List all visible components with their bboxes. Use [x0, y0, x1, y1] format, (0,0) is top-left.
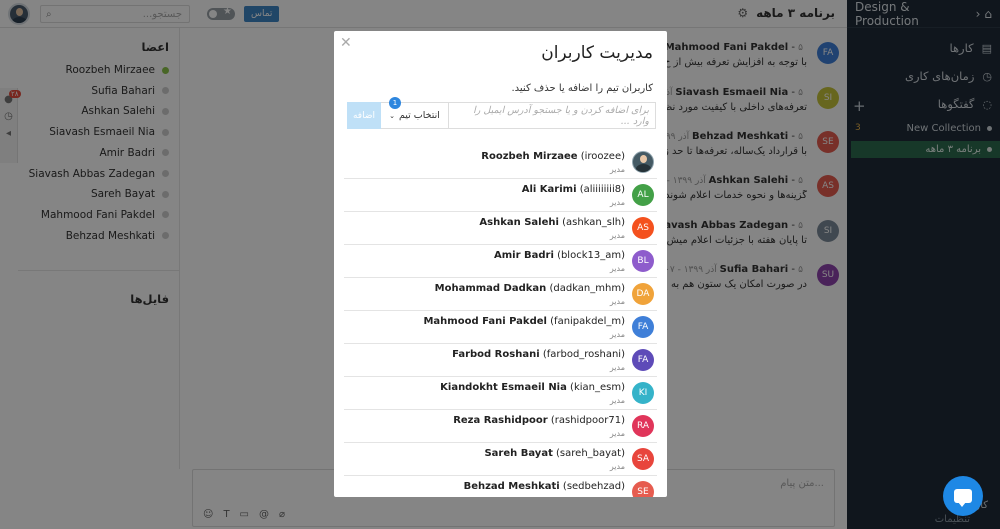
user-username: (sedbehzad) [562, 481, 625, 492]
user-display-name: Mahmood Fani Pakdel [423, 316, 547, 327]
user-role: مدیر [609, 264, 625, 273]
avatar: SA [632, 448, 654, 470]
add-user-button[interactable]: اضافه [347, 102, 381, 129]
avatar: AS [632, 217, 654, 239]
user-username: (iroozee) [580, 151, 625, 162]
user-row[interactable]: RA Reza Rashidpoor (rashidpoor71) مدیر [344, 410, 657, 443]
user-row[interactable]: KI Kiandokht Esmaeil Nia (kian_esm) مدیر [344, 377, 657, 410]
avatar-initials: RA [636, 421, 650, 431]
user-name: Roozbeh Mirzaee (iroozee) [481, 151, 625, 162]
user-row[interactable]: Roozbeh Mirzaee (iroozee) مدیر [344, 146, 657, 179]
user-role: مدیر [609, 198, 625, 207]
user-username: (rashidpoor71) [550, 415, 625, 426]
user-row[interactable]: BL Amir Badri (block13_am) مدیر [344, 245, 657, 278]
user-name: Kiandokht Esmaeil Nia (kian_esm) [440, 382, 625, 393]
add-button-label: اضافه [352, 110, 375, 121]
user-username: (sareh_bayat) [556, 448, 625, 459]
chevron-down-icon: ⌄ [389, 111, 395, 120]
user-username: (aliiiiiiii8) [579, 184, 625, 195]
modal-title: مدیریت کاربران [541, 43, 653, 63]
user-username: (block13_am) [557, 250, 625, 261]
user-row[interactable]: AL Ali Karimi (aliiiiiiii8) مدیر [344, 179, 657, 212]
user-display-name: Mohammad Dadkan [434, 283, 547, 294]
user-row[interactable]: SA Sareh Bayat (sareh_bayat) مدیر [344, 443, 657, 476]
user-display-name: Reza Rashidpoor [453, 415, 548, 426]
user-role: مدیر [609, 462, 625, 471]
user-role: مدیر [609, 165, 625, 174]
user-username: (ashkan_slh) [562, 217, 625, 228]
avatar [632, 151, 654, 173]
user-role: مدیر [609, 330, 625, 339]
user-display-name: Ali Karimi [521, 184, 577, 195]
avatar-initials: SE [637, 487, 649, 497]
team-select[interactable]: 1 انتخاب تیم ⌄ [381, 97, 449, 129]
user-row[interactable]: FA Mahmood Fani Pakdel (fanipakdel_m) مدیر [344, 311, 657, 344]
user-display-name: Sareh Bayat [484, 448, 553, 459]
avatar: RA [632, 415, 654, 437]
user-name: Farbod Roshani (farbod_roshani) [452, 349, 625, 360]
avatar: FA [632, 316, 654, 338]
user-display-name: Roozbeh Mirzaee [481, 151, 578, 162]
avatar: AL [632, 184, 654, 206]
user-row[interactable]: FA Farbod Roshani (farbod_roshani) مدیر [344, 344, 657, 377]
user-display-name: Amir Badri [493, 250, 554, 261]
avatar: SE [632, 481, 654, 497]
user-role: مدیر [609, 429, 625, 438]
avatar-initials: KI [638, 388, 648, 398]
add-user-row: اضافه 1 انتخاب تیم ⌄ برای اضافه کردن و ی… [347, 97, 656, 129]
avatar-initials: DA [636, 289, 650, 299]
avatar-initials: FA [637, 355, 649, 365]
user-display-name: Ashkan Salehi [479, 217, 559, 228]
modal-description: کاربران تیم را اضافه یا حذف کنید. [511, 83, 653, 94]
email-search-placeholder: برای اضافه کردن و یا جستجو آدرس ایمیل را… [473, 104, 649, 127]
user-name: Mahmood Fani Pakdel (fanipakdel_m) [423, 316, 625, 327]
user-list: Roozbeh Mirzaee (iroozee) مدیر AL Ali Karim… [344, 146, 657, 497]
close-icon[interactable]: ✕ [340, 35, 352, 51]
user-name: Sareh Bayat (sareh_bayat) [484, 448, 625, 459]
user-username: (fanipakdel_m) [550, 316, 625, 327]
avatar-initials: AS [637, 223, 649, 233]
avatar: KI [632, 382, 654, 404]
user-name: Ali Karimi (aliiiiiiii8) [522, 184, 625, 195]
avatar: FA [632, 349, 654, 371]
user-username: (farbod_roshani) [542, 349, 625, 360]
user-row[interactable]: AS Ashkan Salehi (ashkan_slh) مدیر [344, 212, 657, 245]
user-display-name: Behzad Meshkati [463, 481, 560, 492]
chat-bubble-icon [954, 489, 972, 507]
user-name: Reza Rashidpoor (rashidpoor71) [453, 415, 625, 426]
avatar-initials: FA [637, 322, 649, 332]
avatar: BL [632, 250, 654, 272]
user-role: مدیر [609, 363, 625, 372]
avatar-initials: SA [636, 454, 650, 464]
user-display-name: Farbod Roshani [452, 349, 540, 360]
user-name: Behzad Meshkati (sedbehzad) [464, 481, 625, 492]
manage-users-modal: ✕ مدیریت کاربران کاربران تیم را اضافه یا… [334, 31, 667, 497]
avatar-initials: AL [637, 190, 649, 200]
user-role: مدیر [609, 297, 625, 306]
team-count-badge: 1 [389, 97, 401, 109]
user-username: (kian_esm) [570, 382, 625, 393]
support-chat-button[interactable] [943, 476, 983, 516]
user-row[interactable]: SE Behzad Meshkati (sedbehzad) [344, 476, 657, 497]
user-display-name: Kiandokht Esmaeil Nia [440, 382, 567, 393]
email-search-input[interactable]: برای اضافه کردن و یا جستجو آدرس ایمیل را… [449, 102, 656, 129]
user-name: Amir Badri (block13_am) [494, 250, 625, 261]
avatar: DA [632, 283, 654, 305]
user-role: مدیر [609, 231, 625, 240]
user-name: Ashkan Salehi (ashkan_slh) [479, 217, 625, 228]
user-username: (dadkan_mhm) [549, 283, 625, 294]
team-select-label: انتخاب تیم [398, 110, 440, 121]
user-name: Mohammad Dadkan (dadkan_mhm) [435, 283, 625, 294]
user-role: مدیر [609, 396, 625, 405]
avatar-initials: BL [637, 256, 649, 266]
user-row[interactable]: DA Mohammad Dadkan (dadkan_mhm) مدیر [344, 278, 657, 311]
